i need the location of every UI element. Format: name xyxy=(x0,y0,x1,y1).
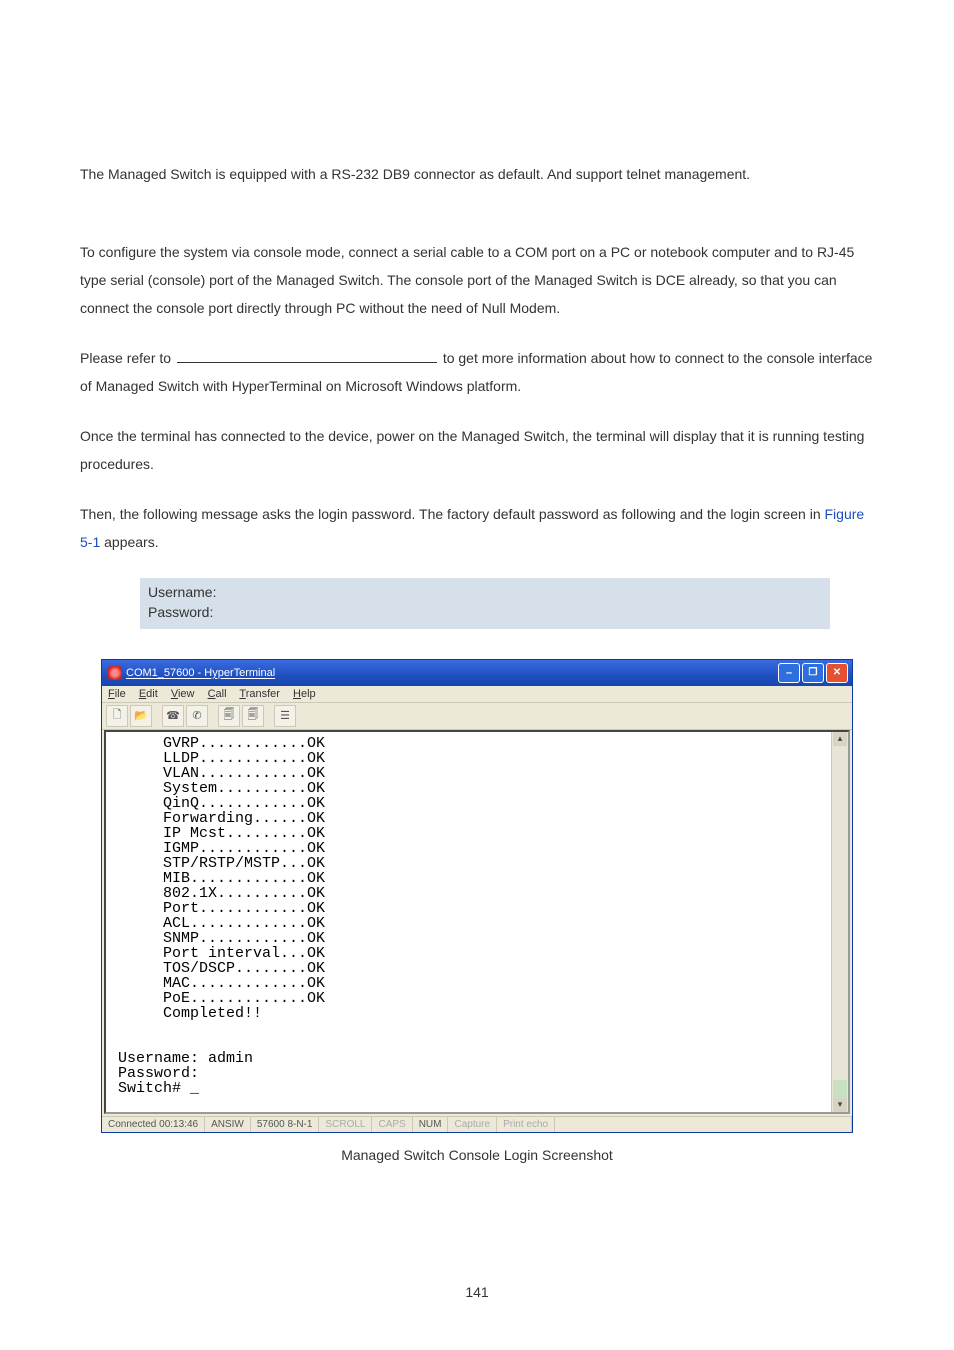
paragraph-2: To configure the system via console mode… xyxy=(80,238,874,322)
credentials-box: Username: Password: xyxy=(140,578,830,629)
terminal-viewport[interactable]: GVRP............OK LLDP............OK VL… xyxy=(104,730,850,1114)
paragraph-3: Please refer to to get more information … xyxy=(80,344,874,400)
hyperterminal-window: COM1_57600 - HyperTerminal File Edit Vie… xyxy=(101,659,853,1133)
status-scroll: SCROLL xyxy=(319,1117,372,1132)
status-emulation: ANSIW xyxy=(205,1117,251,1132)
terminal-area: GVRP............OK LLDP............OK VL… xyxy=(102,730,852,1116)
window-title: COM1_57600 - HyperTerminal xyxy=(126,667,275,679)
status-filler xyxy=(555,1117,852,1132)
toolbar-connect-icon[interactable]: ☎ xyxy=(162,705,184,727)
maximize-button[interactable] xyxy=(802,663,824,683)
status-bar: Connected 00:13:46 ANSIW 57600 8-N-1 SCR… xyxy=(102,1116,852,1132)
app-icon xyxy=(108,666,122,680)
toolbar-disconnect-icon[interactable]: ✆ xyxy=(186,705,208,727)
status-port: 57600 8-N-1 xyxy=(251,1117,320,1132)
close-button[interactable] xyxy=(826,663,848,683)
minimize-button[interactable] xyxy=(778,663,800,683)
password-label: Password: xyxy=(148,602,822,622)
menu-edit[interactable]: Edit xyxy=(139,688,158,700)
menu-help[interactable]: Help xyxy=(293,688,316,700)
page-number: 141 xyxy=(0,1284,954,1300)
blank-reference xyxy=(177,348,437,363)
status-echo: Print echo xyxy=(497,1117,555,1132)
paragraph-5b: appears. xyxy=(100,534,158,550)
terminal-output: GVRP............OK LLDP............OK VL… xyxy=(106,732,831,1112)
username-label: Username: xyxy=(148,582,822,602)
menu-view[interactable]: View xyxy=(171,688,195,700)
paragraph-5a: Then, the following message asks the log… xyxy=(80,506,825,522)
scroll-thumb[interactable] xyxy=(833,1080,847,1098)
toolbar-send-icon[interactable]: 🗐 xyxy=(218,705,240,727)
toolbar-new-icon[interactable]: 🗋 xyxy=(106,705,128,727)
paragraph-5: Then, the following message asks the log… xyxy=(80,500,874,556)
toolbar: 🗋 📂 ☎ ✆ 🗐 🗐 ☰ xyxy=(102,703,852,730)
status-num: NUM xyxy=(413,1117,449,1132)
status-caps: CAPS xyxy=(372,1117,412,1132)
menu-call[interactable]: Call xyxy=(208,688,227,700)
menu-bar[interactable]: File Edit View Call Transfer Help xyxy=(102,686,852,703)
paragraph-3a: Please refer to xyxy=(80,350,175,366)
window-title-bar[interactable]: COM1_57600 - HyperTerminal xyxy=(102,660,852,686)
scroll-down-icon[interactable]: ▾ xyxy=(833,1098,847,1112)
paragraph-4: Once the terminal has connected to the d… xyxy=(80,422,874,478)
intro-paragraph: The Managed Switch is equipped with a RS… xyxy=(80,160,874,188)
menu-transfer[interactable]: Transfer xyxy=(239,688,280,700)
figure-caption: Managed Switch Console Login Screenshot xyxy=(80,1147,874,1163)
terminal-scrollbar[interactable]: ▴ ▾ xyxy=(831,732,848,1112)
menu-file[interactable]: File xyxy=(108,688,126,700)
toolbar-properties-icon[interactable]: ☰ xyxy=(274,705,296,727)
toolbar-open-icon[interactable]: 📂 xyxy=(130,705,152,727)
status-capture: Capture xyxy=(448,1117,497,1132)
scroll-up-icon[interactable]: ▴ xyxy=(833,732,847,746)
status-connected: Connected 00:13:46 xyxy=(102,1117,205,1132)
toolbar-receive-icon[interactable]: 🗐 xyxy=(242,705,264,727)
